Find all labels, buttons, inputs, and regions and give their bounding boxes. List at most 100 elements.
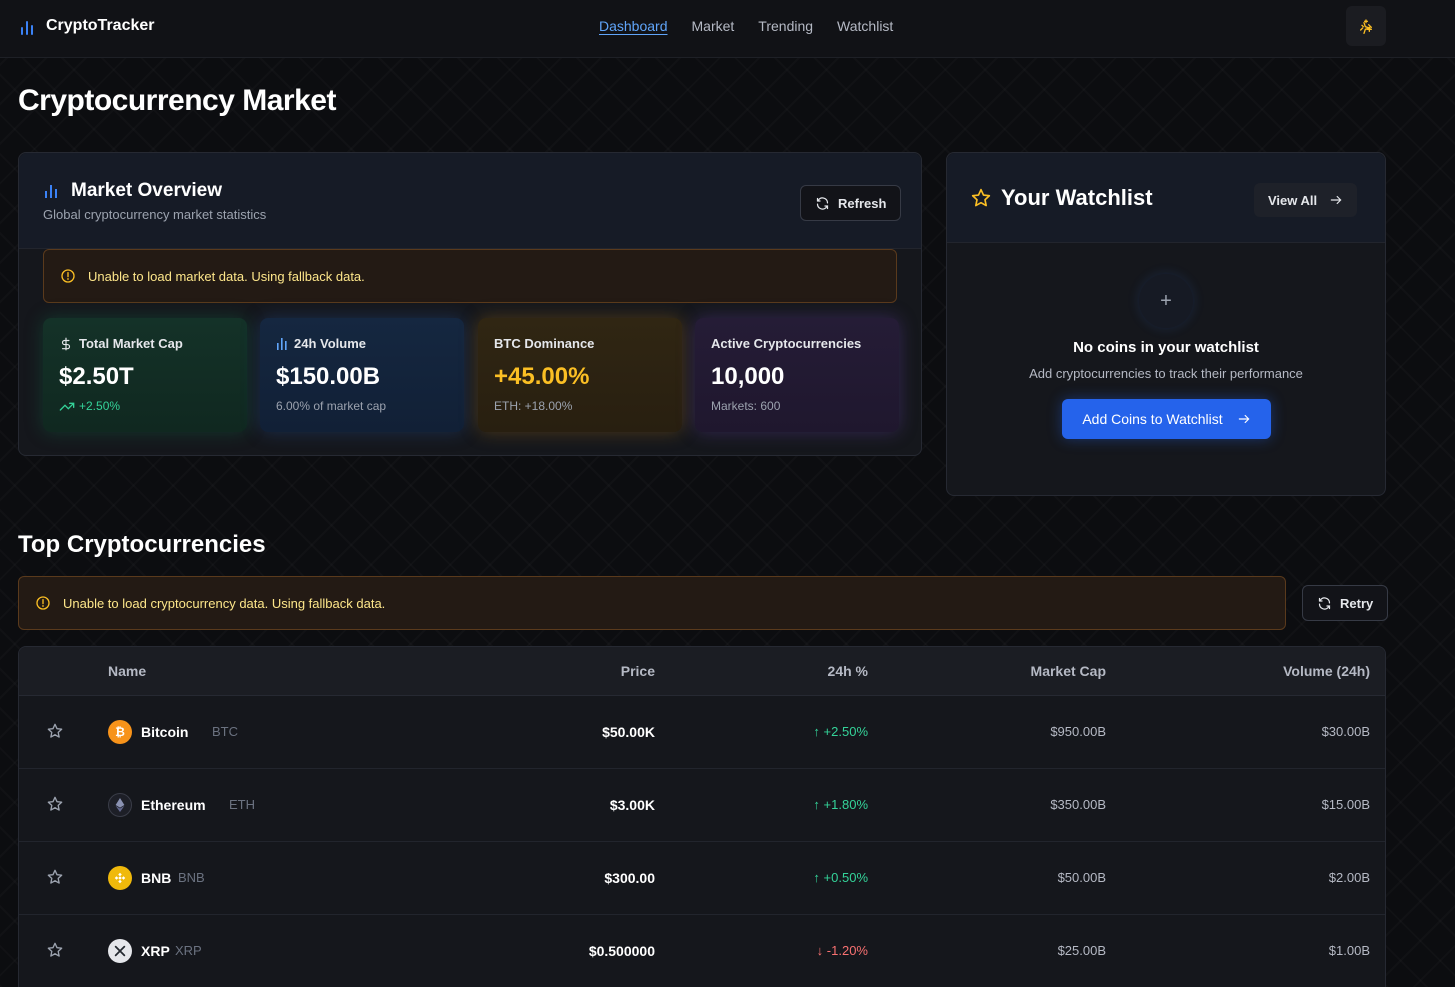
arrow-right-icon	[1238, 414, 1250, 424]
coin-name: BNB	[141, 870, 172, 886]
crypto-data-alert: Unable to load cryptocurrency data. Usin…	[18, 576, 1286, 630]
stat-change-row: +2.50%	[59, 399, 231, 413]
coin-price: $0.500000	[588, 943, 655, 959]
market-alert-text: Unable to load market data. Using fallba…	[88, 268, 365, 284]
page-title: Cryptocurrency Market	[18, 84, 336, 117]
brand[interactable]: CryptoTracker	[20, 17, 155, 35]
stat-label-row: 24h Volume	[276, 336, 448, 351]
watchlist-empty-title: No coins in your watchlist	[1073, 339, 1259, 356]
stat-change: +2.50%	[79, 399, 121, 413]
stat-value: +45.00%	[494, 363, 590, 390]
star-icon[interactable]	[47, 942, 63, 958]
stat-btc-dominance: BTC Dominance +45.00% ETH: +18.00%	[478, 318, 682, 432]
table-row[interactable]: BNB BNB $300.00 ↑ +0.50% $50.00B $2.00B	[19, 842, 1385, 915]
coin-price: $3.00K	[609, 797, 655, 813]
alert-circle-icon	[36, 596, 50, 610]
sparkles-icon	[1360, 19, 1372, 34]
table-row[interactable]: ₿ Bitcoin BTC $50.00K ↑ +2.50% $950.00B …	[19, 696, 1385, 769]
nav-market[interactable]: Market	[692, 18, 735, 34]
nav-dashboard[interactable]: Dashboard	[599, 18, 668, 34]
col-24h-change[interactable]: 24h %	[828, 663, 868, 679]
retry-button[interactable]: Retry	[1302, 585, 1389, 621]
crypto-table: Name Price 24h % Market Cap Volume (24h)…	[18, 646, 1386, 987]
coin-change-value: +0.50%	[823, 870, 868, 885]
refresh-label: Refresh	[838, 195, 887, 211]
retry-label: Retry	[1340, 595, 1374, 611]
bar-chart-icon	[20, 17, 36, 35]
coin-market-cap: $350.00B	[1050, 797, 1106, 812]
coin-name: Bitcoin	[141, 724, 189, 740]
watchlist-title: Your Watchlist	[1001, 185, 1153, 210]
stat-label-row: Active Cryptocurrencies	[711, 336, 883, 351]
col-name[interactable]: Name	[108, 663, 146, 679]
star-icon[interactable]	[47, 796, 63, 812]
nav-trending[interactable]: Trending	[758, 18, 813, 34]
stat-active-cryptocurrencies: Active Cryptocurrencies 10,000 Markets: …	[695, 318, 899, 432]
main-nav: Dashboard Market Trending Watchlist	[599, 18, 893, 34]
coin-volume: $1.00B	[1328, 943, 1370, 958]
refresh-icon	[816, 196, 829, 210]
coin-change: ↑ +0.50%	[813, 870, 868, 885]
overview-title-row: Market Overview	[43, 180, 222, 202]
stat-24h-volume: 24h Volume $150.00B 6.00% of market cap	[260, 318, 464, 432]
coin-price: $50.00K	[602, 724, 655, 740]
stat-value: $2.50T	[59, 363, 134, 390]
star-icon[interactable]	[47, 869, 63, 885]
watchlist-title-row: Your Watchlist	[971, 185, 1153, 211]
stat-total-market-cap: Total Market Cap $2.50T +2.50%	[43, 318, 247, 432]
view-all-label: View All	[1268, 192, 1318, 208]
stat-label: Active Cryptocurrencies	[711, 336, 862, 351]
trending-up-icon	[59, 402, 75, 411]
view-all-button[interactable]: View All	[1254, 183, 1358, 217]
bar-chart-icon	[277, 338, 287, 350]
overview-subtitle: Global cryptocurrency market statistics	[43, 207, 267, 222]
coin-change: ↓ -1.20%	[816, 943, 868, 958]
brand-name: CryptoTracker	[46, 17, 155, 34]
coin-market-cap: $50.00B	[1057, 870, 1106, 885]
coin-market-cap: $950.00B	[1050, 724, 1106, 739]
add-coins-label: Add Coins to Watchlist	[1082, 411, 1223, 427]
col-market-cap[interactable]: Market Cap	[1031, 663, 1106, 679]
stat-label: BTC Dominance	[494, 336, 595, 351]
add-coins-button[interactable]: Add Coins to Watchlist	[1062, 399, 1271, 439]
coin-symbol: BNB	[178, 870, 205, 885]
arrow-right-icon	[1330, 195, 1342, 205]
coin-change: ↑ +2.50%	[813, 724, 868, 739]
overview-title: Market Overview	[71, 180, 223, 201]
crypto-alert-text: Unable to load cryptocurrency data. Usin…	[63, 595, 386, 611]
alert-circle-icon	[61, 269, 75, 283]
coin-change-value: +1.80%	[823, 797, 868, 812]
stat-value: $150.00B	[276, 363, 381, 390]
coin-change-value: -1.20%	[826, 943, 868, 958]
coin-volume: $30.00B	[1321, 724, 1370, 739]
table-row[interactable]: Ethereum ETH $3.00K ↑ +1.80% $350.00B $1…	[19, 769, 1385, 842]
stat-sub: 6.00% of market cap	[276, 399, 387, 413]
theme-toggle-button[interactable]	[1346, 6, 1386, 46]
star-icon	[971, 188, 991, 207]
coin-volume: $2.00B	[1328, 870, 1370, 885]
refresh-button[interactable]: Refresh	[800, 185, 902, 221]
nav-watchlist[interactable]: Watchlist	[837, 18, 893, 34]
col-price[interactable]: Price	[621, 663, 655, 679]
watchlist-card: Your Watchlist View All + No coins in yo…	[946, 152, 1386, 496]
coin-price: $300.00	[604, 870, 655, 886]
watchlist-empty-subtitle: Add cryptocurrencies to track their perf…	[1029, 366, 1303, 381]
col-volume[interactable]: Volume (24h)	[1283, 663, 1370, 679]
overview-header: Market Overview Global cryptocurrency ma…	[19, 153, 921, 249]
top-cryptos-title: Top Cryptocurrencies	[18, 531, 266, 558]
ethereum-icon	[108, 793, 132, 817]
star-icon[interactable]	[47, 723, 63, 739]
stat-label: Total Market Cap	[79, 336, 183, 351]
stat-label-row: Total Market Cap	[59, 336, 231, 351]
coin-name: Ethereum	[141, 797, 206, 813]
bar-chart-icon	[45, 185, 57, 198]
coin-symbol: BTC	[212, 724, 238, 739]
top-navbar: CryptoTracker Dashboard Market Trending …	[0, 0, 1455, 58]
table-row[interactable]: XRP XRP $0.500000 ↓ -1.20% $25.00B $1.00…	[19, 915, 1385, 987]
stat-label: 24h Volume	[294, 336, 367, 351]
refresh-icon	[1318, 596, 1331, 610]
stat-sub: ETH: +18.00%	[494, 399, 573, 413]
coin-change: ↑ +1.80%	[813, 797, 868, 812]
watchlist-header: Your Watchlist View All	[947, 153, 1385, 243]
stat-sub: Markets: 600	[711, 399, 781, 413]
